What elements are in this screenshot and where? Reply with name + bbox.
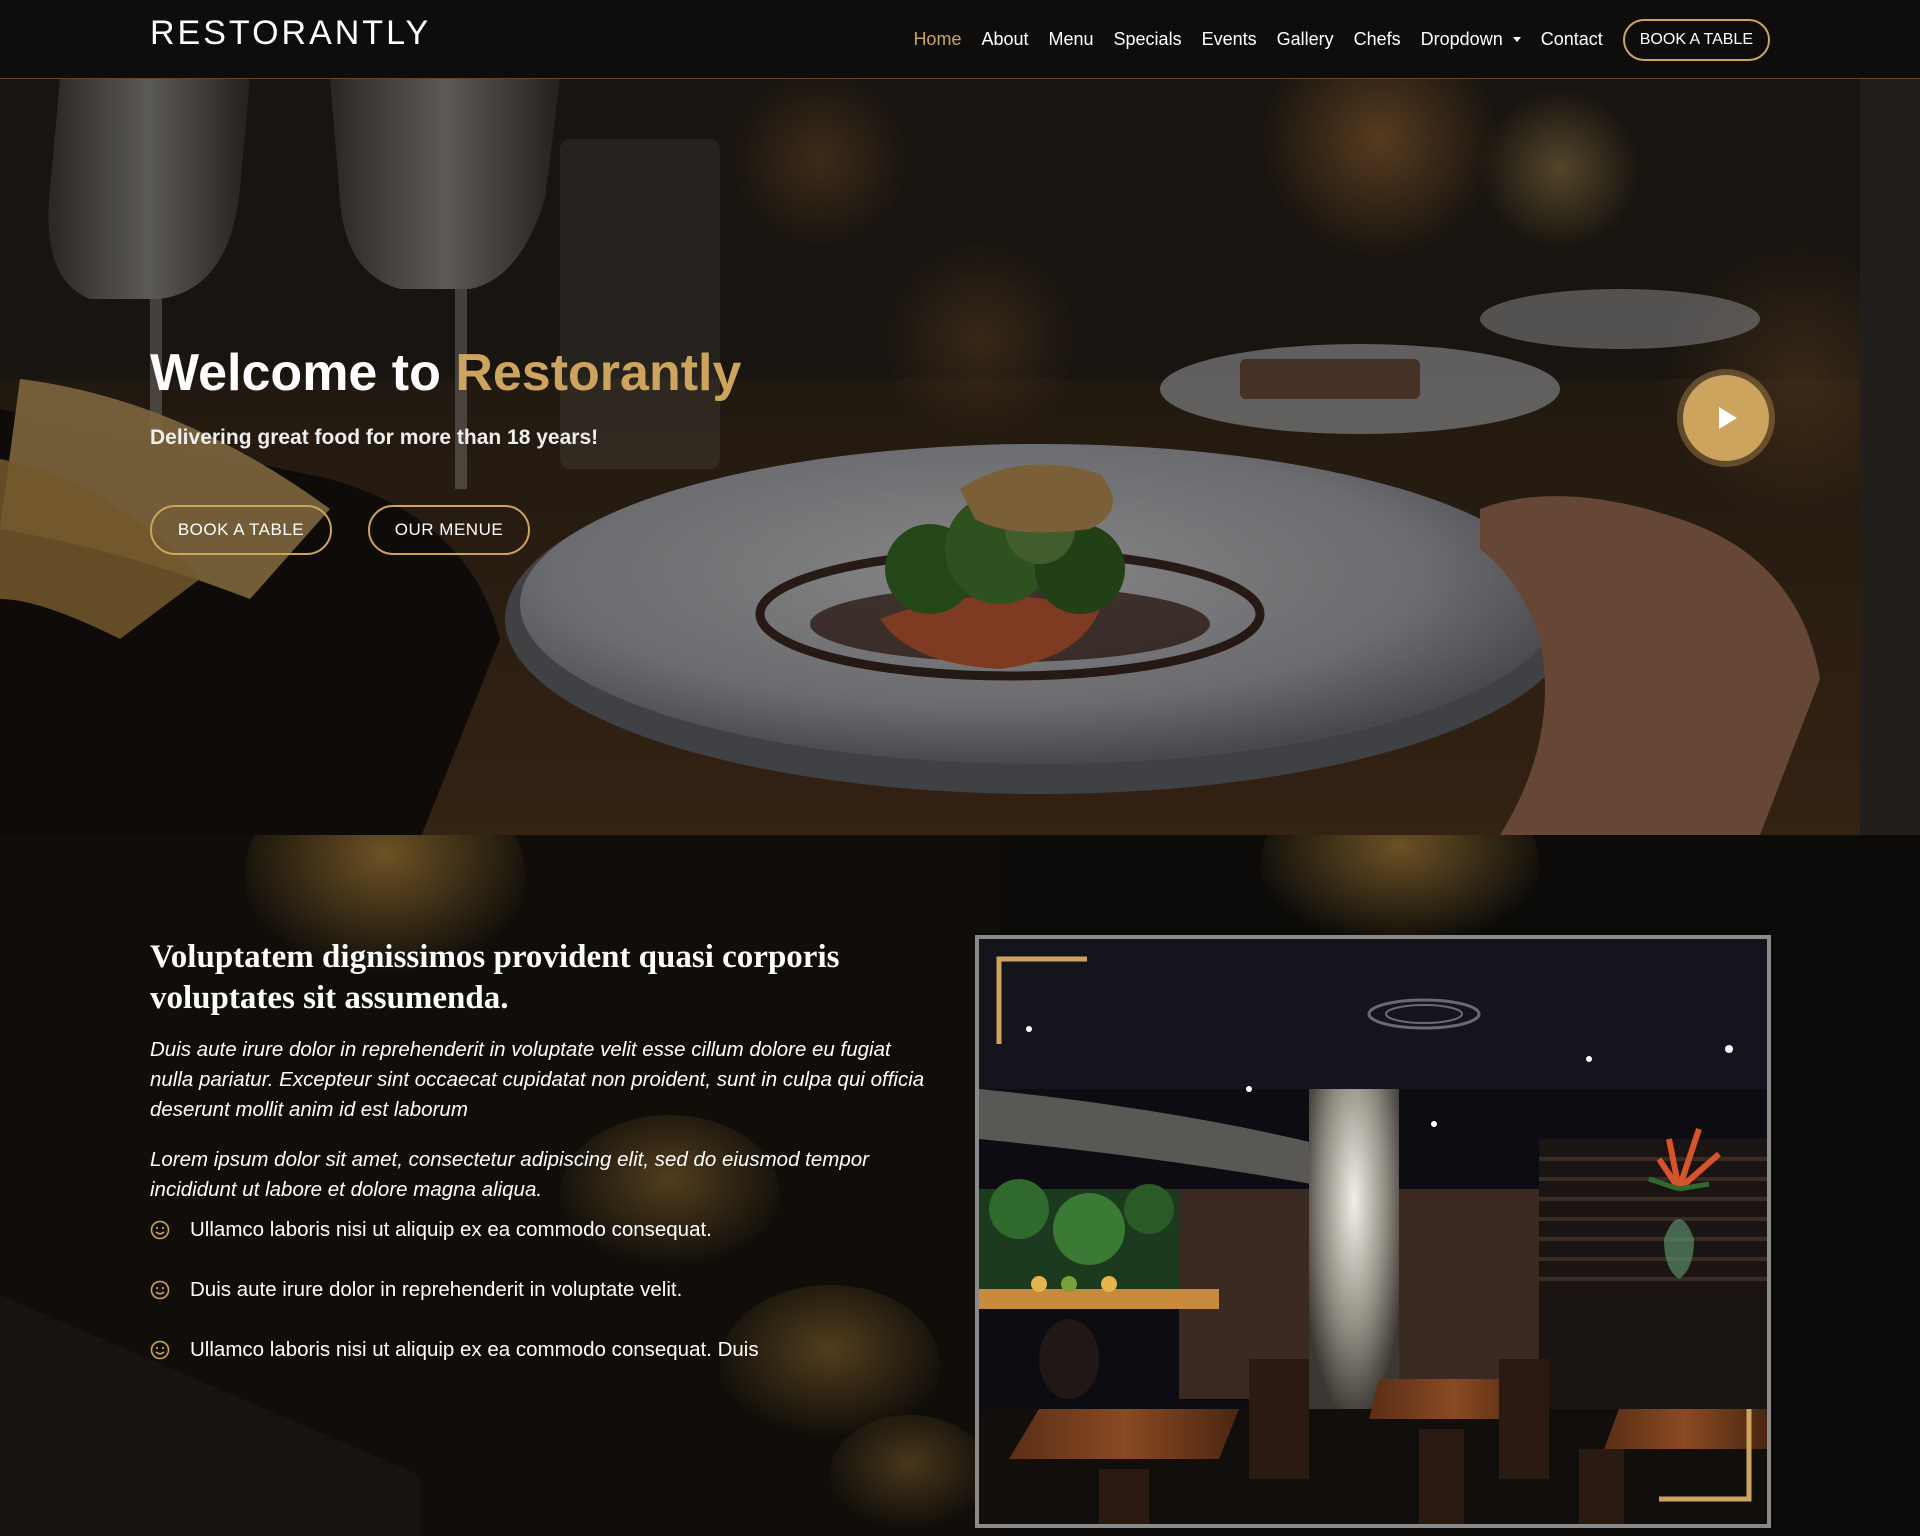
list-item-text: Ullamco laboris nisi ut aliquip ex ea co… [190, 1218, 712, 1241]
about-feature-list: Ullamco laboris nisi ut aliquip ex ea co… [150, 1215, 759, 1395]
hero-title-accent: Restorantly [455, 344, 742, 402]
list-item: Ullamco laboris nisi ut aliquip ex ea co… [150, 1335, 759, 1365]
list-item-text: Ullamco laboris nisi ut aliquip ex ea co… [190, 1338, 759, 1361]
smile-icon [150, 1280, 170, 1300]
nav-events[interactable]: Events [1202, 29, 1257, 50]
hero-dark-overlay [0, 79, 1920, 835]
nav-dropdown[interactable]: Dropdown [1421, 29, 1521, 50]
restaurant-interior-image [979, 939, 1767, 1524]
nav-chefs[interactable]: Chefs [1354, 29, 1401, 50]
play-video-button[interactable] [1683, 375, 1769, 461]
smile-icon [150, 1340, 170, 1360]
hero-subtitle: Delivering great food for more than 18 y… [150, 426, 599, 449]
hero-title-prefix: Welcome to [150, 344, 456, 402]
nav-dropdown-label: Dropdown [1420, 29, 1503, 49]
about-section: Voluptatem dignissimos provident quasi c… [0, 835, 1920, 1536]
hero-our-menu-button[interactable]: OUR MENUE [368, 505, 530, 555]
nav-menu[interactable]: Menu [1049, 29, 1094, 50]
hero-section: Welcome to Restorantly Delivering great … [0, 79, 1920, 835]
hero-book-table-button[interactable]: BOOK A TABLE [150, 505, 332, 555]
list-item-text: Duis aute irure dolor in reprehenderit i… [190, 1278, 683, 1301]
site-logo[interactable]: RESTORANTLY [150, 14, 431, 53]
hero-title: Welcome to Restorantly [150, 343, 741, 403]
nav-about[interactable]: About [981, 29, 1028, 50]
header-book-table-button[interactable]: BOOK A TABLE [1622, 18, 1770, 61]
about-paragraph: Lorem ipsum dolor sit amet, consectetur … [150, 1148, 869, 1201]
nav-home[interactable]: Home [913, 29, 961, 50]
main-nav: Home About Menu Specials Events Gallery … [893, 0, 1770, 79]
site-header: RESTORANTLY Home About Menu Specials Eve… [0, 0, 1920, 79]
list-item: Ullamco laboris nisi ut aliquip ex ea co… [150, 1215, 759, 1245]
play-icon [1719, 407, 1737, 429]
list-item: Duis aute irure dolor in reprehenderit i… [150, 1275, 759, 1305]
smile-icon [150, 1220, 170, 1240]
nav-contact[interactable]: Contact [1541, 29, 1603, 50]
about-title: Voluptatem dignissimos provident quasi c… [150, 939, 840, 1016]
about-restaurant-image [975, 935, 1771, 1528]
nav-gallery[interactable]: Gallery [1277, 29, 1334, 50]
nav-specials[interactable]: Specials [1114, 29, 1182, 50]
about-paragraph: Duis aute irure dolor in reprehenderit i… [150, 1038, 925, 1121]
chevron-down-icon [1512, 37, 1521, 42]
